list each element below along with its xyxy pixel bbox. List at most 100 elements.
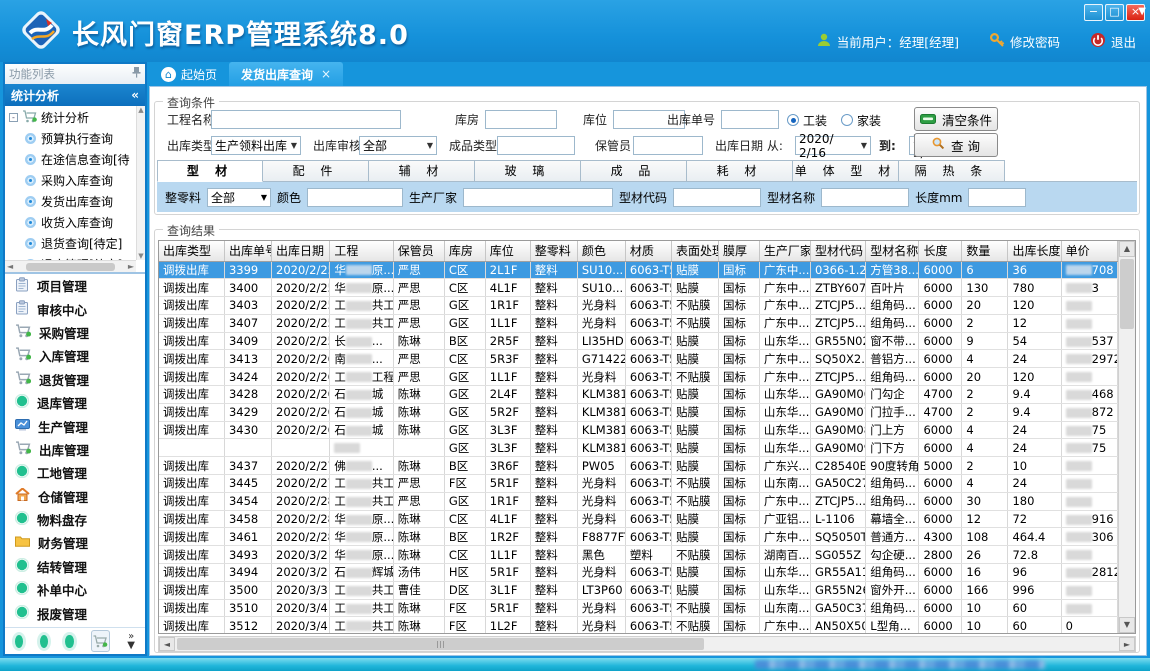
cell[interactable]: 2020/2/25 <box>272 279 330 297</box>
cell[interactable]: 3R6F <box>485 457 530 475</box>
cell[interactable]: 整料 <box>530 528 577 546</box>
sidebar-item-12[interactable]: 财务管理 <box>5 531 145 554</box>
cell[interactable]: 不贴膜 <box>671 492 718 510</box>
cell[interactable]: 10 <box>962 617 1008 633</box>
cell[interactable]: 20 <box>962 368 1008 386</box>
cell[interactable]: 75 <box>1061 421 1117 439</box>
cell[interactable]: 调拨出库 <box>159 279 224 297</box>
col-header-1[interactable]: 出库类型 <box>159 241 224 261</box>
cell[interactable]: 国标 <box>719 546 760 564</box>
cell[interactable]: 16 <box>962 564 1008 582</box>
cell[interactable]: KLM3817 <box>577 421 625 439</box>
cell[interactable]: 6063-T5 <box>625 386 671 404</box>
cell[interactable]: GR55A11 <box>811 564 866 582</box>
cell[interactable]: 3445 <box>224 475 271 493</box>
profile-name-input[interactable] <box>821 188 909 207</box>
cell[interactable]: 贴膜 <box>671 332 718 350</box>
sidebar-item-1[interactable]: 项目管理 <box>5 274 145 297</box>
cell[interactable]: 2020/2/25 <box>272 314 330 332</box>
cell[interactable]: GA50C27 <box>811 475 866 493</box>
cell[interactable]: 3399 <box>224 261 271 279</box>
cell[interactable]: G区 <box>444 439 485 457</box>
cell[interactable]: 广东兴... <box>759 457 810 475</box>
table-row[interactable]: 调拨出库34292020/2/26石城陈琳G区5R2F整料KLM38176063… <box>159 403 1118 421</box>
cell[interactable]: 组角码... <box>866 475 919 493</box>
cell[interactable]: 3424 <box>224 368 271 386</box>
tree-horizontal-scrollbar[interactable]: ◄► <box>5 260 136 272</box>
cell[interactable]: 72 <box>1008 510 1061 528</box>
cell[interactable]: 窗外开... <box>866 581 919 599</box>
cell[interactable]: 整料 <box>530 599 577 617</box>
cell[interactable]: 2020/2/28 <box>272 510 330 528</box>
table-row[interactable]: 调拨出库34452020/2/27工共工程严思F区5R1F整料光身料6063-T… <box>159 475 1118 493</box>
cell[interactable]: 光身料 <box>577 314 625 332</box>
material-tab-1[interactable]: 型 材 <box>157 160 263 182</box>
cell[interactable]: G区 <box>444 314 485 332</box>
table-row[interactable]: 调拨出库35122020/3/4工共工程陈琳F区1L2F整料光身料6063-T5… <box>159 617 1118 633</box>
cell[interactable] <box>1061 581 1117 599</box>
cell[interactable]: 6063-T5 <box>625 297 671 315</box>
cell[interactable]: 不贴膜 <box>671 297 718 315</box>
cell[interactable]: 严思 <box>393 314 444 332</box>
tree-item-4[interactable]: 发货出库查询 <box>5 191 145 212</box>
cell[interactable]: 工共工程 <box>330 617 393 633</box>
cell[interactable]: 调拨出库 <box>159 332 224 350</box>
cell[interactable]: 工共工程 <box>330 581 393 599</box>
cell[interactable]: 2020/3/2 <box>272 546 330 564</box>
cell[interactable]: 2020/2/26 <box>272 421 330 439</box>
cell[interactable]: 工共工程 <box>330 314 393 332</box>
product-type-input[interactable] <box>497 136 575 155</box>
tree-item-6[interactable]: 退货查询[待定] <box>5 233 145 254</box>
cell[interactable]: KLM3817 <box>577 386 625 404</box>
maker-input[interactable] <box>463 188 613 207</box>
cell[interactable]: SU10... <box>577 261 625 279</box>
cell[interactable]: 6063-T5 <box>625 421 671 439</box>
cell[interactable]: 24 <box>1008 475 1061 493</box>
cell[interactable]: 国标 <box>719 492 760 510</box>
cell[interactable]: 3512 <box>224 617 271 633</box>
cell[interactable] <box>1061 599 1117 617</box>
pin-icon[interactable] <box>132 67 141 81</box>
change-password-button[interactable]: 修改密码 <box>989 32 1060 51</box>
cell[interactable] <box>1061 314 1117 332</box>
cell[interactable]: 整料 <box>530 332 577 350</box>
cell[interactable] <box>1061 546 1117 564</box>
cell[interactable]: 国标 <box>719 457 760 475</box>
cell[interactable]: 166 <box>962 581 1008 599</box>
col-header-3[interactable]: 出库日期 <box>272 241 330 261</box>
cell[interactable]: KLM3817 <box>577 439 625 457</box>
cell[interactable]: 2020/2/28 <box>272 492 330 510</box>
cell[interactable]: 陈琳 <box>393 546 444 564</box>
cell[interactable]: 180 <box>1008 492 1061 510</box>
cell[interactable]: 山东华... <box>759 564 810 582</box>
table-row[interactable]: 调拨出库34282020/2/26石城陈琳G区2L4F整料KLM38176063… <box>159 386 1118 404</box>
cell[interactable]: 6000 <box>919 368 962 386</box>
cell[interactable]: 国标 <box>719 403 760 421</box>
cell[interactable]: L-1106 <box>811 510 866 528</box>
cell[interactable]: 6000 <box>919 421 962 439</box>
outbound-audit-select[interactable]: 全部▼ <box>359 136 437 155</box>
cell[interactable]: 130 <box>962 279 1008 297</box>
cell[interactable]: 整料 <box>530 261 577 279</box>
cell[interactable]: 不贴膜 <box>671 475 718 493</box>
cell[interactable]: 6000 <box>919 332 962 350</box>
cell[interactable]: 464.4 <box>1008 528 1061 546</box>
cell[interactable]: 光身料 <box>577 368 625 386</box>
cell[interactable]: 780 <box>1008 279 1061 297</box>
cell[interactable]: 贴膜 <box>671 350 718 368</box>
cell[interactable]: 勾企硬... <box>866 546 919 564</box>
cell[interactable]: 调拨出库 <box>159 314 224 332</box>
cell[interactable]: 3428 <box>224 386 271 404</box>
table-vertical-scrollbar[interactable]: ▲ ▼ <box>1118 241 1135 633</box>
tab-shipping-outbound-query[interactable]: 发货出库查询 × <box>229 62 343 86</box>
cell[interactable]: 陈琳 <box>393 332 444 350</box>
cell[interactable]: KLM3817 <box>577 403 625 421</box>
whole-part-select[interactable]: 全部▼ <box>207 188 271 207</box>
cell[interactable]: 整料 <box>530 368 577 386</box>
cell[interactable]: 严思 <box>393 350 444 368</box>
cell[interactable]: 光身料 <box>577 617 625 633</box>
cell[interactable]: 调拨出库 <box>159 368 224 386</box>
col-header-16[interactable]: 长度 <box>919 241 962 261</box>
cell[interactable]: 调拨出库 <box>159 350 224 368</box>
cell[interactable]: 国标 <box>719 528 760 546</box>
